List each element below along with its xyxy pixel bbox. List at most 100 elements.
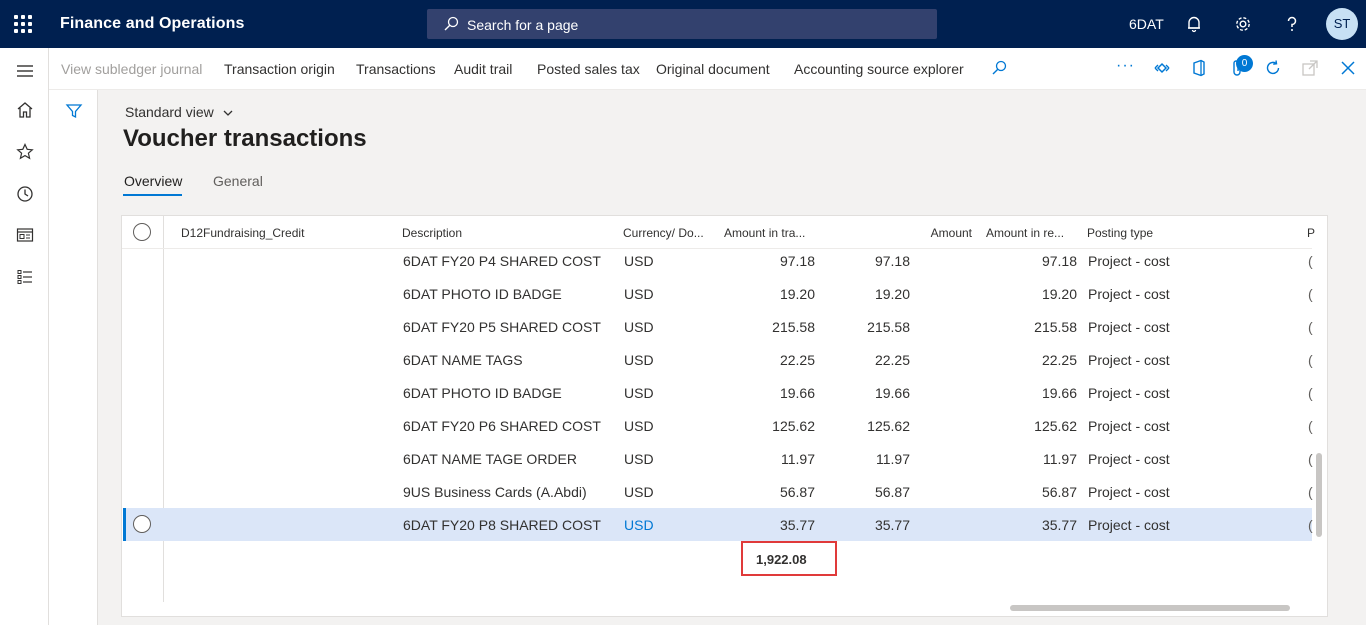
cell-truncated: ( xyxy=(1308,352,1313,368)
column-header-amount[interactable]: Amount xyxy=(912,226,972,240)
favorites-star-icon[interactable] xyxy=(15,142,35,162)
column-header-posting-type[interactable]: Posting type xyxy=(1087,226,1153,240)
cell-amount: 125.62 xyxy=(867,418,910,434)
cell-amount-reporting: 215.58 xyxy=(1034,319,1077,335)
chevron-down-icon xyxy=(223,110,233,117)
cell-truncated: ( xyxy=(1308,319,1313,335)
cell-truncated: ( xyxy=(1308,484,1313,500)
table-row[interactable]: 9US Business Cards (A.Abdi) USD 56.87 56.87… xyxy=(123,475,1313,508)
filter-icon[interactable] xyxy=(65,102,83,120)
table-row[interactable]: 6DAT FY20 P8 SHARED COST USD 35.77 35.77 35.… xyxy=(123,508,1313,541)
home-icon[interactable] xyxy=(15,100,35,120)
accounting-source-explorer-button[interactable]: Accounting source explorer xyxy=(794,61,964,77)
cell-amount: 97.18 xyxy=(874,253,910,269)
cell-truncated: ( xyxy=(1308,517,1313,533)
cell-amount-reporting: 97.18 xyxy=(1041,253,1077,269)
office-icon[interactable] xyxy=(1190,59,1208,77)
tab-general[interactable]: General xyxy=(213,173,263,189)
hamburger-menu-icon[interactable] xyxy=(15,61,35,81)
open-new-window-icon[interactable] xyxy=(1301,59,1319,77)
cell-amount: 22.25 xyxy=(874,352,910,368)
cell-currency: USD xyxy=(624,385,654,401)
cell-amount: 56.87 xyxy=(874,484,910,500)
active-tab-indicator xyxy=(123,194,182,196)
cell-description: 6DAT PHOTO ID BADGE xyxy=(403,385,562,401)
bell-icon[interactable] xyxy=(1184,14,1204,34)
modules-list-icon[interactable] xyxy=(15,267,35,287)
cell-currency: USD xyxy=(624,418,654,434)
tab-overview[interactable]: Overview xyxy=(124,173,182,189)
cell-description: 6DAT PHOTO ID BADGE xyxy=(403,286,562,302)
vertical-scrollbar[interactable] xyxy=(1316,453,1322,537)
cell-amount-reporting: 22.25 xyxy=(1041,352,1077,368)
table-row[interactable]: 6DAT FY20 P5 SHARED COST USD 215.58 215.58 2… xyxy=(123,310,1313,343)
attachments-count-badge: 0 xyxy=(1236,55,1253,72)
left-nav xyxy=(0,48,49,625)
cell-posting-type: Project - cost xyxy=(1088,319,1170,335)
cell-currency: USD xyxy=(624,319,654,335)
cell-posting-type: Project - cost xyxy=(1088,253,1170,269)
select-all-radio[interactable] xyxy=(133,223,151,241)
transaction-origin-button[interactable]: Transaction origin xyxy=(224,61,335,77)
workspaces-icon[interactable] xyxy=(15,225,35,245)
cell-posting-type: Project - cost xyxy=(1088,484,1170,500)
close-icon[interactable] xyxy=(1339,59,1357,77)
recent-clock-icon[interactable] xyxy=(15,184,35,204)
view-selector[interactable]: Standard view xyxy=(125,104,234,120)
avatar[interactable]: ST xyxy=(1326,8,1358,40)
cell-amount-reporting: 56.87 xyxy=(1041,484,1077,500)
app-title[interactable]: Finance and Operations xyxy=(60,15,244,33)
cell-posting-type: Project - cost xyxy=(1088,286,1170,302)
refresh-icon[interactable] xyxy=(1264,59,1282,77)
cell-amount: 19.66 xyxy=(874,385,910,401)
table-row[interactable]: 6DAT NAME TAGE ORDER USD 11.97 11.97 11.97 Pr… xyxy=(123,442,1313,475)
column-header-description[interactable]: Description xyxy=(402,226,462,240)
cell-posting-type: Project - cost xyxy=(1088,418,1170,434)
gear-icon[interactable] xyxy=(1233,14,1253,34)
action-pane: View subledger journal Transaction origi… xyxy=(49,48,1366,90)
cell-currency: USD xyxy=(624,253,654,269)
column-header-truncated[interactable]: P xyxy=(1307,226,1315,240)
view-subledger-journal-button[interactable]: View subledger journal xyxy=(61,61,202,77)
audit-trail-button[interactable]: Audit trail xyxy=(454,61,512,77)
cell-currency[interactable]: USD xyxy=(624,517,654,533)
posted-sales-tax-button[interactable]: Posted sales tax xyxy=(537,61,640,77)
cell-currency: USD xyxy=(624,451,654,467)
column-header-amount-in-reporting-currency[interactable]: Amount in re... xyxy=(986,226,1064,240)
table-row[interactable]: 6DAT PHOTO ID BADGE USD 19.20 19.20 19.20 Pro… xyxy=(123,277,1313,310)
table-row[interactable]: 6DAT FY20 P6 SHARED COST USD 125.62 125.62 1… xyxy=(123,409,1313,442)
transactions-grid: D12Fundraising_Credit Description Curren… xyxy=(121,215,1328,617)
action-search-icon[interactable] xyxy=(990,59,1008,77)
cell-truncated: ( xyxy=(1308,451,1313,467)
help-icon[interactable] xyxy=(1282,14,1302,34)
top-bar: Finance and Operations Search for a page… xyxy=(0,0,1366,48)
column-header-amount-in-transaction-currency[interactable]: Amount in tra... xyxy=(724,226,805,240)
cell-posting-type: Project - cost xyxy=(1088,451,1170,467)
app-launcher-icon[interactable] xyxy=(14,15,32,33)
cell-description: 6DAT FY20 P8 SHARED COST xyxy=(403,517,601,533)
cell-amount-transaction: 97.18 xyxy=(779,253,815,269)
cell-truncated: ( xyxy=(1308,418,1313,434)
search-box[interactable]: Search for a page xyxy=(427,9,937,39)
company-picker[interactable]: 6DAT xyxy=(1129,16,1164,32)
column-header-currency[interactable]: Currency/ Do... xyxy=(623,226,704,240)
cell-amount-transaction: 11.97 xyxy=(781,451,815,467)
cell-currency: USD xyxy=(624,352,654,368)
table-row[interactable]: 6DAT FY20 P4 SHARED COST USD 97.18 97.18 97.… xyxy=(123,244,1313,277)
cell-amount: 215.58 xyxy=(867,319,910,335)
more-options-button[interactable]: ··· xyxy=(1116,57,1135,75)
table-row[interactable]: 6DAT PHOTO ID BADGE USD 19.66 19.66 19.66 Pro… xyxy=(123,376,1313,409)
cell-truncated: ( xyxy=(1308,286,1313,302)
original-document-button[interactable]: Original document xyxy=(656,61,770,77)
filter-pane xyxy=(49,90,98,625)
column-header-account[interactable]: D12Fundraising_Credit xyxy=(181,226,304,240)
cell-description: 6DAT NAME TAGS xyxy=(403,352,523,368)
cell-posting-type: Project - cost xyxy=(1088,352,1170,368)
horizontal-scrollbar[interactable] xyxy=(1010,605,1290,611)
cell-amount-transaction: 22.25 xyxy=(779,352,815,368)
transactions-button[interactable]: Transactions xyxy=(356,61,436,77)
power-apps-diamond-icon[interactable] xyxy=(1153,59,1171,77)
row-select-radio[interactable] xyxy=(133,515,151,533)
table-row[interactable]: 6DAT NAME TAGS USD 22.25 22.25 22.25 Project … xyxy=(123,343,1313,376)
cell-amount-reporting: 19.20 xyxy=(1041,286,1077,302)
